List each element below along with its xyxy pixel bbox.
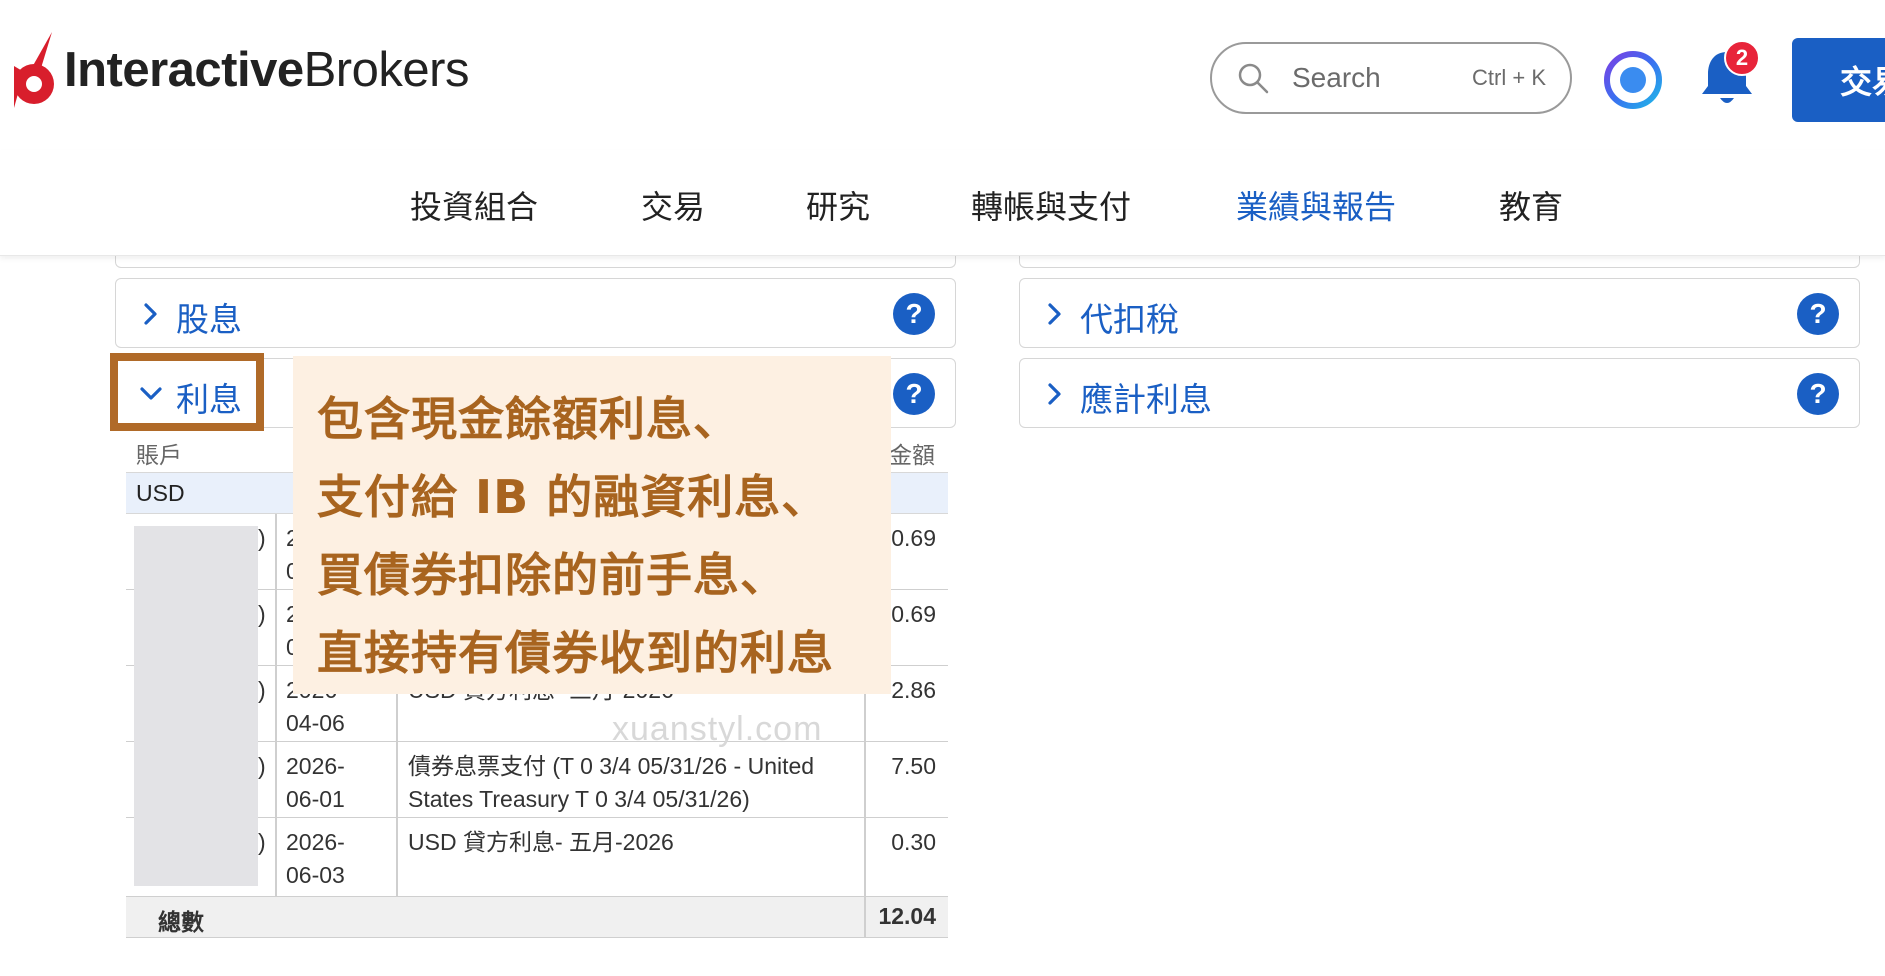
nav-item-performance-reports[interactable]: 業績與報告 <box>1236 182 1396 228</box>
panel-stub-left <box>115 254 956 268</box>
row-amount: 0.69 <box>891 601 936 627</box>
row-date: 06-01 <box>286 786 345 812</box>
annotation-callout: 包含現金餘額利息、 支付給 IB 的融資利息、 買債券扣除的前手息、 直接持有債… <box>293 356 891 694</box>
row-date: 2026- <box>286 829 345 855</box>
panel-stub-right <box>1019 254 1860 268</box>
panel-accrued-interest[interactable]: 應計利息 ? <box>1019 358 1860 428</box>
chevron-right-icon <box>144 303 157 325</box>
row-amount: 2.86 <box>891 677 936 703</box>
total-value: 12.04 <box>878 903 936 929</box>
currency-label: USD <box>136 480 185 506</box>
callout-line: 直接持有債券收到的利息 <box>317 626 834 680</box>
table-total-row: 總數 12.04 <box>126 896 948 938</box>
panel-title: 股息 <box>176 300 242 339</box>
column-divider <box>864 896 866 938</box>
nav-item-research[interactable]: 研究 <box>806 182 870 228</box>
search-shortcut-hint: Ctrl + K <box>1472 65 1546 90</box>
trade-button[interactable]: 交易 <box>1792 38 1885 122</box>
help-icon[interactable]: ? <box>893 373 935 415</box>
chevron-right-icon <box>1048 303 1061 325</box>
search-icon <box>1238 63 1269 94</box>
nav-item-trade[interactable]: 交易 <box>641 182 705 228</box>
row-account-fragment: ) <box>258 677 266 703</box>
panel-withholding-tax[interactable]: 代扣稅 ? <box>1019 278 1860 348</box>
total-label: 總數 <box>158 910 204 936</box>
main-nav: 投資組合 交易 研究 轉帳與支付 業績與報告 教育 <box>0 150 1885 256</box>
help-icon[interactable]: ? <box>1797 373 1839 415</box>
trade-button-label: 交易 <box>1840 63 1885 101</box>
help-icon[interactable]: ? <box>893 293 935 335</box>
panel-dividends[interactable]: 股息 ? <box>115 278 956 348</box>
logo-wordmark: InteractiveBrokers <box>64 43 469 97</box>
assistant-icon[interactable] <box>1603 50 1663 110</box>
row-date: 04-06 <box>286 710 345 736</box>
panel-title: 應計利息 <box>1080 380 1212 419</box>
chevron-right-icon <box>1048 383 1061 405</box>
row-account-fragment: ) <box>258 829 266 855</box>
redacted-account-block <box>134 526 258 886</box>
callout-line: 支付給 IB 的融資利息、 <box>317 470 829 524</box>
row-account-fragment: ) <box>258 753 266 779</box>
row-amount: 7.50 <box>891 753 936 779</box>
search-placeholder: Search <box>1292 62 1381 93</box>
brand-logo[interactable]: InteractiveBrokers <box>12 30 469 110</box>
search-input[interactable]: Search Ctrl + K <box>1210 42 1572 114</box>
row-date: 2026- <box>286 753 345 779</box>
watermark: xuanstyl.com <box>612 710 823 748</box>
help-icon[interactable]: ? <box>1797 293 1839 335</box>
interest-highlight-frame <box>110 353 264 431</box>
nav-item-portfolio[interactable]: 投資組合 <box>410 182 538 228</box>
row-account-fragment: ) <box>258 525 266 551</box>
panel-title: 代扣稅 <box>1080 300 1179 339</box>
notification-count-badge: 2 <box>1724 40 1760 76</box>
row-account-fragment: ) <box>258 601 266 627</box>
nav-item-transfer-pay[interactable]: 轉帳與支付 <box>971 182 1131 228</box>
row-description: 債券息票支付 (T 0 3/4 05/31/26 - United <box>408 753 815 779</box>
row-amount: 0.69 <box>891 525 936 551</box>
callout-line: 買債券扣除的前手息、 <box>317 548 787 602</box>
callout-line: 包含現金餘額利息、 <box>317 392 740 446</box>
nav-item-education[interactable]: 教育 <box>1499 182 1563 228</box>
row-description: USD 貸方利息- 五月-2026 <box>408 829 674 855</box>
row-date: 06-03 <box>286 862 345 888</box>
logo-flame-icon <box>14 32 54 108</box>
row-description: States Treasury T 0 3/4 05/31/26) <box>408 786 750 812</box>
row-amount: 0.30 <box>891 829 936 855</box>
